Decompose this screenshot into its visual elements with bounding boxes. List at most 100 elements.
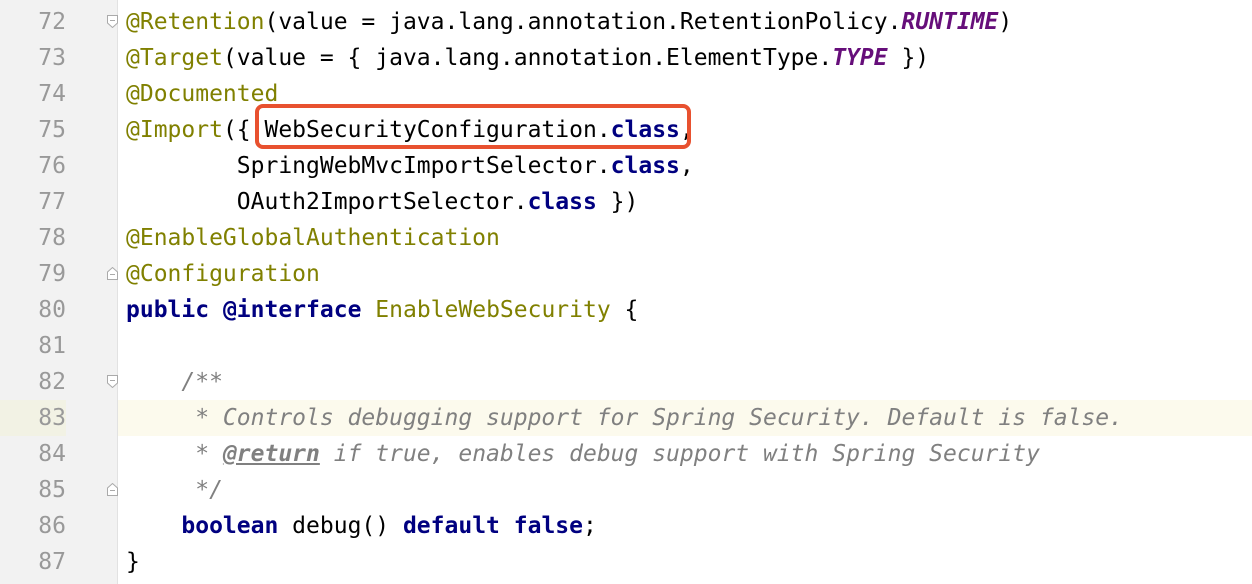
- code-text[interactable]: @Target(value = { java.lang.annotation.E…: [118, 40, 1252, 76]
- code-token: /**: [126, 369, 223, 395]
- code-token: OAuth2ImportSelector.: [126, 189, 528, 215]
- code-token: (value = { java.lang.annotation.ElementT…: [222, 45, 833, 71]
- code-token: @Configuration: [126, 261, 320, 287]
- code-text[interactable]: @Configuration: [118, 256, 1252, 292]
- code-text[interactable]: @Documented: [118, 76, 1252, 112]
- code-token: */: [126, 477, 223, 503]
- line-number-text: 87: [38, 549, 66, 575]
- code-text[interactable]: * @return if true, enables debug support…: [118, 436, 1252, 472]
- code-line[interactable]: 85 */: [0, 472, 1252, 508]
- line-number: 74: [0, 76, 66, 112]
- fold-start-icon[interactable]: [107, 375, 118, 388]
- code-line[interactable]: 84 * @return if true, enables debug supp…: [0, 436, 1252, 472]
- code-line[interactable]: 79 @Configuration: [0, 256, 1252, 292]
- code-token: @Documented: [126, 81, 279, 107]
- code-token: WebSecurityConfiguration.: [264, 117, 611, 143]
- fold-end-icon[interactable]: [107, 483, 118, 496]
- line-number-text: 85: [38, 477, 66, 503]
- line-number: 78: [0, 220, 66, 256]
- code-line[interactable]: 83 * Controls debugging support for Spri…: [0, 400, 1252, 436]
- code-token: ): [998, 9, 1013, 35]
- line-number: 72: [0, 4, 66, 40]
- code-token: ({: [222, 117, 265, 143]
- line-number: 84: [0, 436, 66, 472]
- code-text[interactable]: * Controls debugging support for Spring …: [118, 400, 1252, 436]
- code-line[interactable]: 76 SpringWebMvcImportSelector.class,: [0, 148, 1252, 184]
- line-number: 73: [0, 40, 66, 76]
- code-token: {: [610, 297, 639, 323]
- code-token: @EnableGlobalAuthentication: [126, 225, 500, 251]
- code-text[interactable]: SpringWebMvcImportSelector.class,: [118, 148, 1252, 184]
- code-token: class: [527, 189, 597, 215]
- code-line[interactable]: 81: [0, 328, 1252, 364]
- line-number: 79: [0, 256, 66, 292]
- code-token: @Retention: [126, 9, 265, 35]
- fold-start-icon[interactable]: [107, 15, 118, 28]
- code-token: ;: [583, 513, 597, 539]
- code-token: SpringWebMvcImportSelector.: [126, 153, 611, 179]
- code-text[interactable]: [118, 328, 1252, 364]
- code-token: }: [126, 549, 140, 575]
- code-text[interactable]: boolean debug() default false;: [118, 508, 1252, 544]
- code-editor[interactable]: 72 @Retention(value = java.lang.annotatio…: [0, 0, 1252, 584]
- code-token: if true, enables debug support with Spri…: [319, 441, 1040, 467]
- code-token: @interface: [222, 297, 362, 323]
- line-number-text: 84: [38, 441, 66, 467]
- code-token: class: [610, 153, 680, 179]
- code-token: false: [513, 513, 583, 539]
- code-line[interactable]: 74 @Documented: [0, 76, 1252, 112]
- code-text[interactable]: @EnableGlobalAuthentication: [118, 220, 1252, 256]
- code-token: class: [610, 117, 680, 143]
- line-number: 87: [0, 544, 66, 580]
- code-token: public: [126, 297, 210, 323]
- code-token: * Controls debugging support for Spring …: [126, 405, 1123, 431]
- code-text[interactable]: */: [118, 472, 1252, 508]
- line-number-text: 76: [38, 153, 66, 179]
- code-token: ,: [679, 153, 694, 179]
- code-token: @Import: [126, 117, 223, 143]
- code-token: debug(): [278, 513, 403, 539]
- code-token: *: [126, 441, 223, 467]
- code-token: default: [402, 513, 500, 539]
- code-line[interactable]: 80 public @interface EnableWebSecurity {: [0, 292, 1252, 328]
- line-number-text: 78: [38, 225, 66, 251]
- line-number: 75: [0, 112, 66, 148]
- code-text[interactable]: @Retention(value = java.lang.annotation.…: [118, 4, 1252, 40]
- line-number: 77: [0, 184, 66, 220]
- line-number: 80: [0, 292, 66, 328]
- code-line[interactable]: 73 @Target(value = { java.lang.annotation…: [0, 40, 1252, 76]
- code-line[interactable]: 82 /**: [0, 364, 1252, 400]
- code-line[interactable]: 75 @Import({ WebSecurityConfiguration.cla…: [0, 112, 1252, 148]
- line-number-text: 80: [38, 297, 66, 323]
- code-line[interactable]: 72 @Retention(value = java.lang.annotatio…: [0, 4, 1252, 40]
- line-number: 81: [0, 328, 66, 364]
- line-number-text: 81: [38, 333, 66, 359]
- code-token: (value = java.lang.annotation.RetentionP…: [264, 9, 902, 35]
- code-token: ,: [679, 117, 694, 143]
- code-token: TYPE: [832, 45, 888, 71]
- code-token: boolean: [181, 513, 279, 539]
- code-line[interactable]: 77 OAuth2ImportSelector.class }): [0, 184, 1252, 220]
- code-text[interactable]: }: [118, 544, 1252, 580]
- code-line[interactable]: 87}: [0, 544, 1252, 580]
- line-number: 85: [0, 472, 66, 508]
- line-number-text: 73: [38, 45, 66, 71]
- code-text[interactable]: OAuth2ImportSelector.class }): [118, 184, 1252, 220]
- code-text[interactable]: public @interface EnableWebSecurity {: [118, 292, 1252, 328]
- line-number-text: 74: [38, 81, 66, 107]
- line-number: 83: [0, 400, 66, 436]
- code-token: RUNTIME: [901, 9, 999, 35]
- line-number-text: 72: [38, 9, 66, 35]
- code-token: }): [596, 189, 639, 215]
- code-line[interactable]: 78 @EnableGlobalAuthentication: [0, 220, 1252, 256]
- code-line[interactable]: 86 boolean debug() default false;: [0, 508, 1252, 544]
- fold-end-icon[interactable]: [107, 267, 118, 280]
- code-text[interactable]: /**: [118, 364, 1252, 400]
- line-number-text: 79: [38, 261, 66, 287]
- line-number: 76: [0, 148, 66, 184]
- code-text[interactable]: @Import({ WebSecurityConfiguration.class…: [118, 112, 1252, 148]
